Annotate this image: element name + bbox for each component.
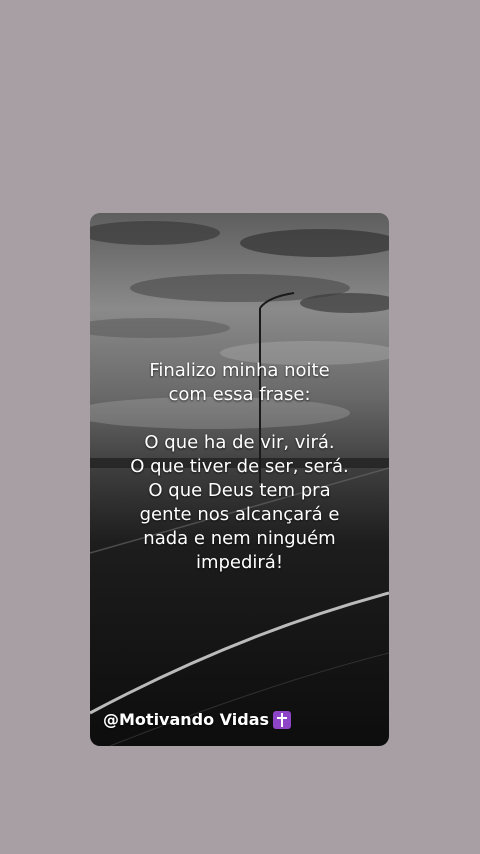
quote-line: gente nos alcançará e [139,504,340,525]
quote-line: nada e nem ninguém [143,528,336,549]
quote-line: com essa frase: [168,384,311,405]
quote-line: O que tiver de ser, será. [130,456,349,477]
quote-text: Finalizo minha noite com essa frase: O q… [90,359,389,575]
image-card: Finalizo minha noite com essa frase: O q… [90,213,389,746]
author-handle: @Motivando Vidas [103,710,292,729]
quote-line: O que Deus tem pra [148,480,331,501]
quote-line: impedirá! [195,552,284,573]
quote-line: Finalizo minha noite [149,360,330,381]
author-handle-text: @Motivando Vidas [103,710,270,729]
quote-spacer [90,407,389,431]
quote-line: O que ha de vir, virá. [144,432,335,453]
latin-cross-icon [273,710,292,729]
